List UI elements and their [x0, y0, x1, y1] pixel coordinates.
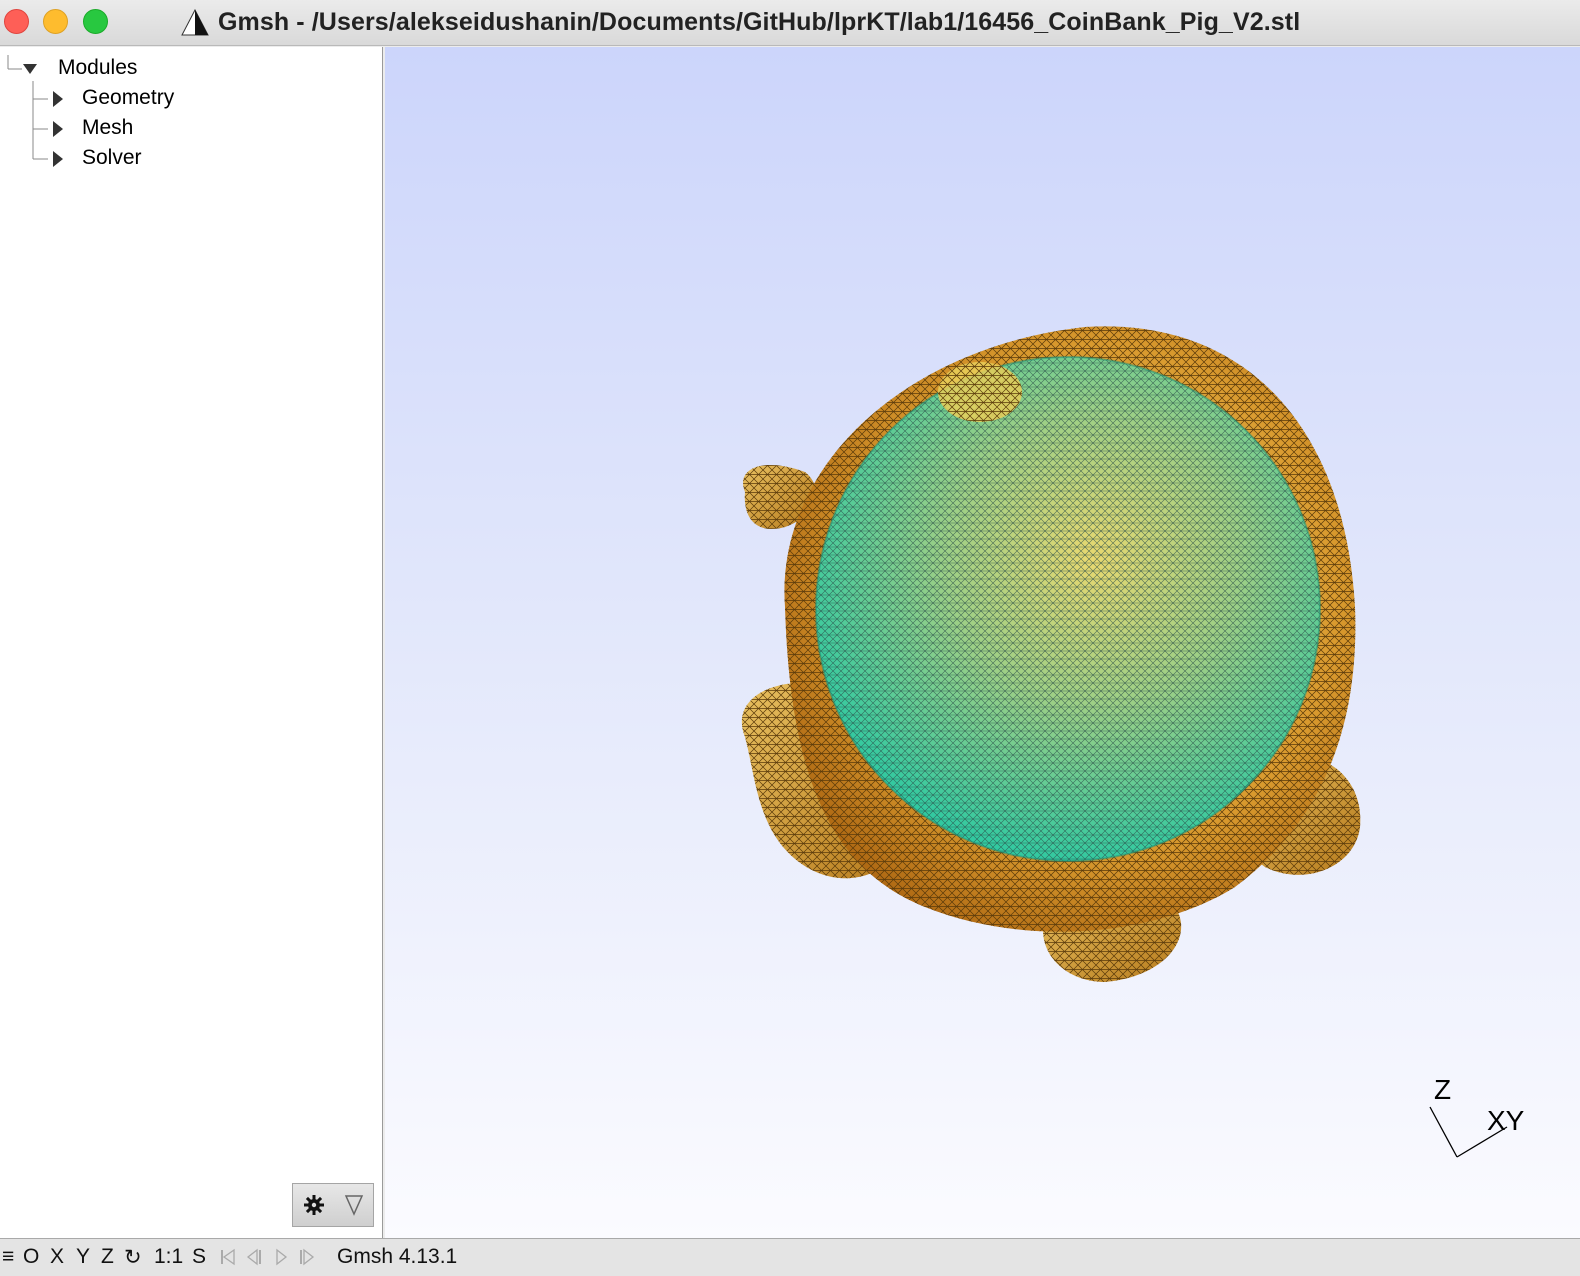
tree-item-label: Solver: [82, 146, 142, 169]
tree-item-mesh[interactable]: Mesh: [82, 114, 133, 142]
top-bump-shape: [938, 362, 1022, 422]
expand-triangle-icon[interactable]: [49, 150, 67, 168]
options-button[interactable]: [292, 1183, 374, 1227]
scale-button[interactable]: 1:1: [154, 1245, 183, 1269]
version-label: Gmsh 4.13.1: [337, 1245, 458, 1268]
window-title-area: Gmsh - /Users/alekseidushanin/Documents/…: [180, 4, 1300, 40]
gmsh-logo-icon: [181, 8, 209, 36]
view-o-button[interactable]: O: [23, 1245, 39, 1269]
menu-icon[interactable]: ≡: [2, 1245, 14, 1269]
module-tree-panel: Modules Geometry Mesh Solver: [0, 47, 383, 1238]
play-icon[interactable]: [274, 1248, 288, 1266]
expand-triangle-icon[interactable]: [49, 90, 67, 108]
status-bar: ≡ O X Y Z ↻ 1:1 S Gmsh 4.13.1: [0, 1238, 1580, 1276]
tree-item-modules[interactable]: Modules: [58, 54, 137, 82]
axis-label-z: Z: [1434, 1074, 1452, 1105]
prev-frame-icon[interactable]: [246, 1248, 264, 1266]
gear-icon: [303, 1195, 324, 1215]
expand-triangle-icon[interactable]: [49, 120, 67, 138]
tree-item-solver[interactable]: Solver: [82, 144, 142, 172]
close-window-button[interactable]: [4, 9, 29, 34]
inner-sphere-shape: [815, 356, 1321, 862]
title-bar: Gmsh - /Users/alekseidushanin/Documents/…: [0, 0, 1580, 46]
collapse-triangle-icon[interactable]: [21, 60, 39, 78]
axis-label-xy: XY: [1487, 1105, 1525, 1136]
tree-item-label: Modules: [58, 56, 138, 79]
pig-mesh-model: [741, 326, 1508, 1158]
window-title: Gmsh - /Users/alekseidushanin/Documents/…: [218, 7, 1301, 36]
rotate-icon[interactable]: ↻: [124, 1245, 142, 1270]
first-frame-icon[interactable]: [220, 1248, 236, 1266]
view-z-button[interactable]: Z: [101, 1245, 114, 1269]
view-y-button[interactable]: Y: [76, 1245, 90, 1269]
minimize-window-button[interactable]: [43, 9, 68, 34]
maximize-window-button[interactable]: [83, 9, 108, 34]
tree-item-label: Mesh: [82, 116, 134, 139]
tree-item-geometry[interactable]: Geometry: [82, 84, 174, 112]
tree-item-label: Geometry: [82, 86, 175, 109]
graphics-viewport[interactable]: Z XY: [385, 47, 1580, 1238]
last-frame-icon[interactable]: [298, 1248, 316, 1266]
view-x-button[interactable]: X: [50, 1245, 64, 1269]
s-button[interactable]: S: [192, 1245, 206, 1269]
filter-icon: [344, 1195, 363, 1216]
